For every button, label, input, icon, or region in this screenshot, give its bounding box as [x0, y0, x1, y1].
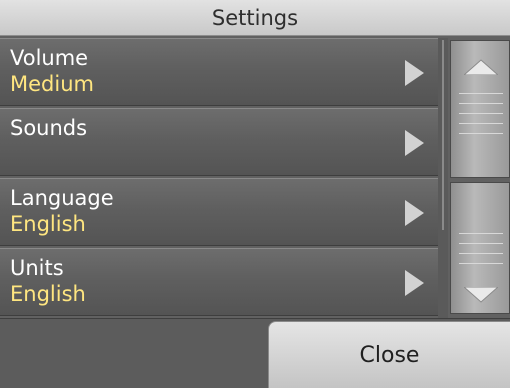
scroll-grip-line	[459, 253, 503, 254]
settings-screen: Settings Volume Medium Sounds Language E…	[0, 0, 510, 388]
scroll-grip-line	[459, 93, 503, 94]
chevron-right-icon	[405, 270, 424, 296]
setting-row-sounds[interactable]: Sounds	[0, 108, 438, 176]
setting-label: Language	[10, 186, 114, 210]
settings-list: Volume Medium Sounds Language English Un…	[0, 38, 438, 318]
title-bar: Settings	[0, 0, 510, 36]
setting-row-language[interactable]: Language English	[0, 178, 438, 246]
arrow-down-icon	[464, 287, 498, 303]
close-button-label: Close	[359, 342, 420, 368]
scroll-grip-line	[459, 103, 503, 104]
close-button[interactable]: Close	[268, 321, 510, 388]
scroll-grip-line	[459, 263, 503, 264]
setting-value: Medium	[10, 72, 94, 96]
scroll-up-button[interactable]	[450, 40, 510, 178]
scroll-grip-line	[459, 233, 503, 234]
chevron-right-icon	[405, 60, 424, 86]
setting-row-units[interactable]: Units English	[0, 248, 438, 316]
setting-label: Volume	[10, 46, 89, 70]
setting-row-volume[interactable]: Volume Medium	[0, 38, 438, 106]
setting-value: English	[10, 212, 86, 236]
page-title: Settings	[211, 5, 299, 30]
setting-label: Units	[10, 256, 64, 280]
scroll-down-button[interactable]	[450, 182, 510, 314]
scroll-position-indicator	[442, 40, 444, 230]
setting-label: Sounds	[10, 116, 88, 140]
scroll-grip-line	[459, 243, 503, 244]
scroll-grip-line	[459, 133, 503, 134]
chevron-right-icon	[405, 200, 424, 226]
setting-value: English	[10, 282, 86, 306]
arrow-up-icon	[464, 59, 498, 75]
chevron-right-icon	[405, 130, 424, 156]
scroll-grip-line	[459, 123, 503, 124]
scroll-grip-line	[459, 113, 503, 114]
